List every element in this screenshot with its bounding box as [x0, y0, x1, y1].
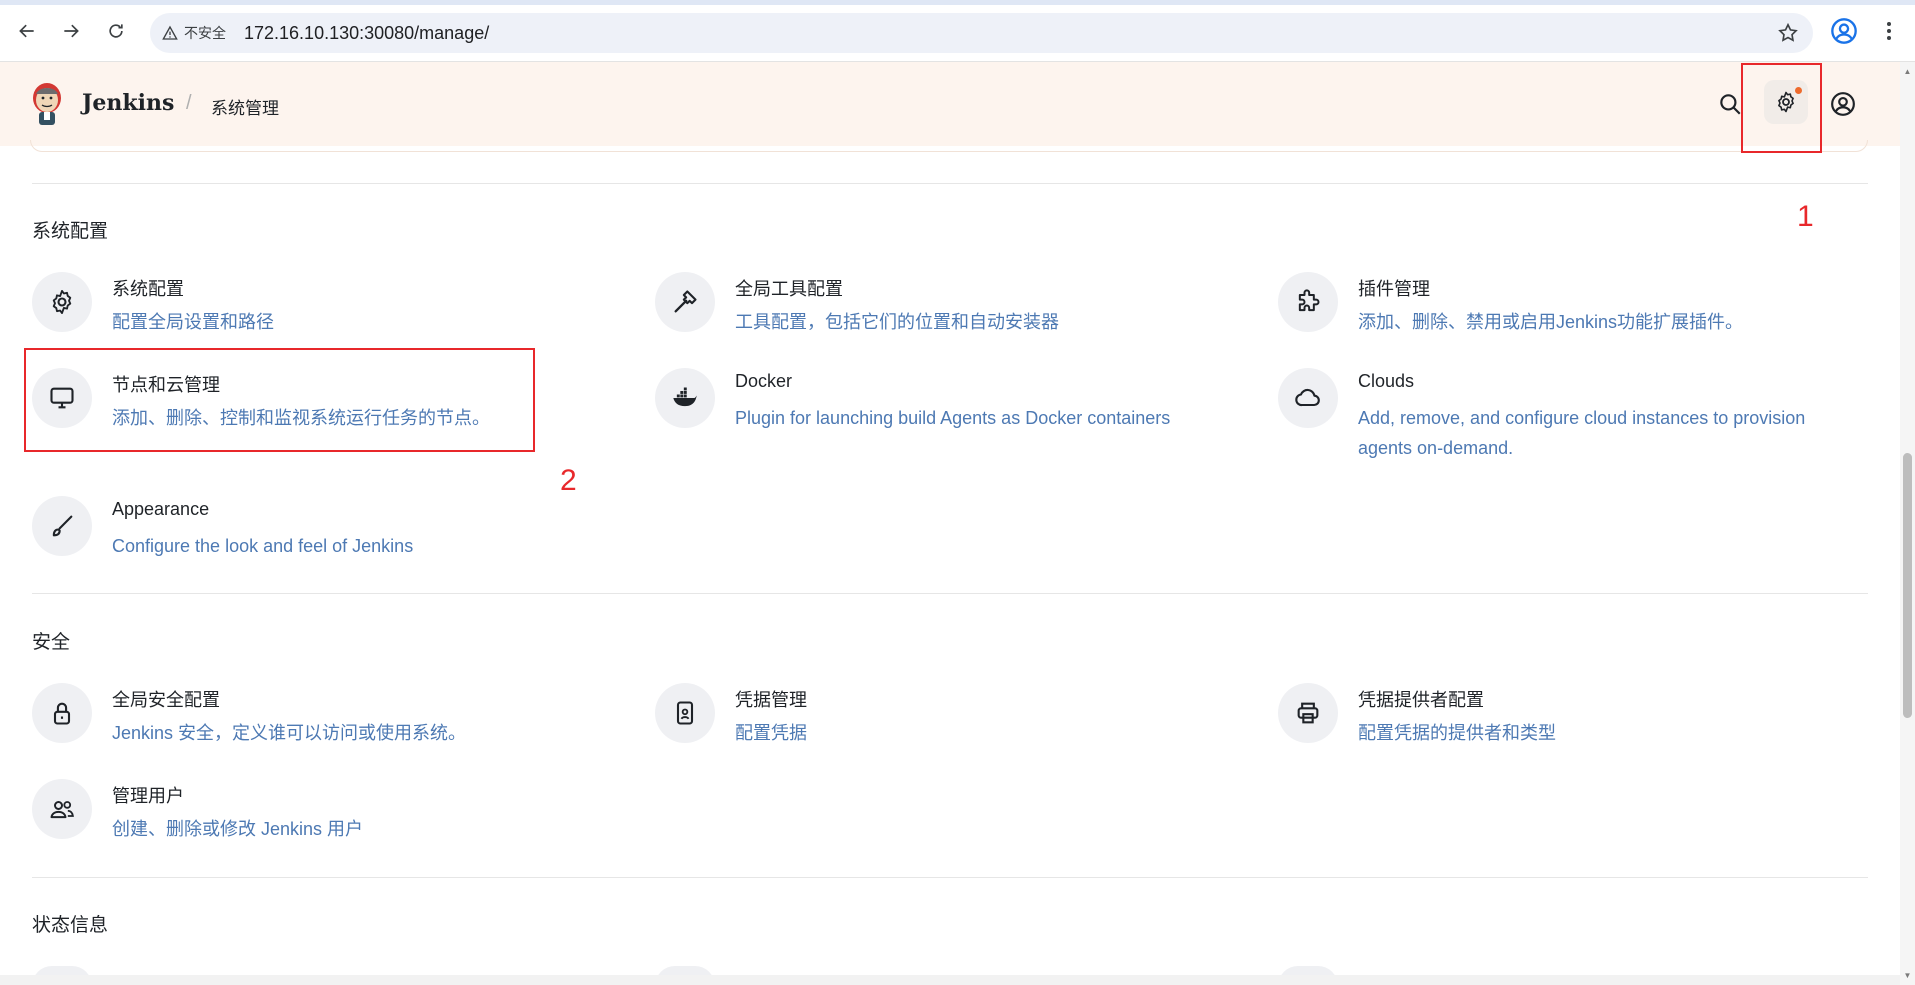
item-description: 配置全局设置和路径	[112, 312, 274, 332]
jenkins-header	[0, 62, 1900, 146]
forward-button[interactable]	[56, 16, 86, 46]
scroll-down-arrow[interactable]: ▼	[1903, 972, 1912, 980]
browser-profile-icon[interactable]	[1830, 17, 1858, 45]
annotation-box-1	[1741, 63, 1822, 153]
item-description: Add, remove, and configure cloud instanc…	[1358, 408, 1806, 458]
browser-tab-strip	[0, 0, 1915, 5]
reload-icon	[109, 24, 123, 38]
item-description: 添加、删除、控制和监视系统运行任务的节点。	[112, 408, 490, 428]
item-description: 配置凭据的提供者和类型	[1358, 723, 1556, 743]
brush-icon	[52, 515, 73, 537]
user-account-icon[interactable]	[1830, 91, 1856, 117]
warning-icon	[162, 25, 178, 40]
item-icon-wrap	[32, 779, 92, 839]
section-divider	[32, 183, 1868, 184]
monitor-icon	[50, 387, 74, 409]
app-title[interactable]: Jenkins	[82, 90, 174, 116]
puzzle-icon	[1298, 289, 1320, 312]
manage-item-clouds[interactable]: Clouds Add, remove, and configure cloud …	[1278, 368, 1878, 468]
header-bottom-edge	[30, 140, 1868, 152]
manage-item-credentials[interactable]: 凭据管理 配置凭据	[655, 683, 1255, 753]
item-icon-wrap	[1278, 683, 1338, 743]
item-description: 创建、删除或修改 Jenkins 用户	[112, 819, 364, 839]
address-bar[interactable]: 不安全 172.16.10.130:30080/manage/	[150, 13, 1813, 53]
item-icon-wrap	[32, 683, 92, 743]
annotation-label-1: 1	[1797, 200, 1814, 233]
section-divider	[32, 877, 1868, 878]
back-button[interactable]	[12, 16, 42, 46]
manage-item-system-config[interactable]: 系统配置 配置全局设置和路径	[32, 272, 632, 342]
item-description: Jenkins 安全，定义谁可以访问或使用系统。	[112, 723, 467, 743]
item-title: 凭据管理	[735, 690, 807, 710]
item-icon-wrap	[655, 272, 715, 332]
breadcrumb-separator: /	[186, 92, 192, 114]
scroll-up-arrow[interactable]: ▲	[1903, 68, 1912, 76]
manage-item-nodes-clouds[interactable]: 节点和云管理 添加、删除、控制和监视系统运行任务的节点。	[32, 368, 632, 438]
item-title: Appearance	[112, 499, 210, 519]
item-title: 节点和云管理	[112, 375, 220, 395]
item-description: 添加、删除、禁用或启用Jenkins功能扩展插件。	[1358, 312, 1744, 332]
item-description: Plugin for launching build Agents as Doc…	[735, 408, 1171, 428]
item-title: 全局安全配置	[112, 690, 220, 710]
search-icon[interactable]	[1717, 91, 1743, 117]
arrow-right-icon	[64, 24, 79, 38]
section-divider	[32, 593, 1868, 594]
hammer-icon	[674, 290, 697, 313]
item-icon-wrap	[32, 368, 92, 428]
bookmark-star-icon[interactable]	[1777, 22, 1799, 44]
manage-item-global-tools[interactable]: 全局工具配置 工具配置，包括它们的位置和自动安装器	[655, 272, 1255, 342]
lock-icon	[53, 702, 71, 725]
manage-item-credential-providers[interactable]: 凭据提供者配置 配置凭据的提供者和类型	[1278, 683, 1878, 753]
breadcrumb-current[interactable]: 系统管理	[211, 94, 279, 119]
item-title: 管理用户	[112, 786, 184, 806]
printer-icon	[1297, 702, 1319, 724]
cloud-icon	[1295, 388, 1320, 407]
section-title-system-config: 系统配置	[32, 221, 109, 242]
browser-menu-icon[interactable]	[1877, 17, 1901, 45]
manage-item-global-security[interactable]: 全局安全配置 Jenkins 安全，定义谁可以访问或使用系统。	[32, 683, 632, 753]
item-icon-wrap	[32, 496, 92, 556]
section-title-security: 安全	[32, 632, 71, 653]
item-title: 系统配置	[112, 279, 184, 299]
insecure-indicator[interactable]: 不安全	[162, 23, 236, 43]
item-title: 全局工具配置	[735, 279, 843, 299]
reload-button[interactable]	[101, 16, 131, 46]
users-icon	[50, 801, 74, 819]
item-title: 插件管理	[1358, 279, 1430, 299]
insecure-label: 不安全	[184, 25, 226, 41]
item-icon-wrap	[1278, 368, 1338, 428]
url-text[interactable]: 172.16.10.130:30080/manage/	[244, 23, 489, 44]
browser-toolbar: 不安全 172.16.10.130:30080/manage/	[0, 0, 1915, 62]
docker-icon	[673, 387, 697, 407]
gear-icon	[52, 289, 72, 315]
section-title-status: 状态信息	[32, 915, 109, 936]
item-description: 工具配置，包括它们的位置和自动安装器	[735, 312, 1059, 332]
item-icon-wrap	[655, 368, 715, 428]
item-description: Configure the look and feel of Jenkins	[112, 536, 414, 556]
item-description: 配置凭据	[735, 723, 807, 743]
item-icon-wrap	[655, 683, 715, 743]
manage-item-users[interactable]: 管理用户 创建、删除或修改 Jenkins 用户	[32, 779, 632, 849]
jenkins-logo-icon[interactable]	[30, 80, 64, 126]
arrow-left-icon	[19, 24, 34, 38]
item-title: Docker	[735, 371, 793, 391]
item-title: Clouds	[1358, 371, 1415, 391]
manage-item-plugins[interactable]: 插件管理 添加、删除、禁用或启用Jenkins功能扩展插件。	[1278, 272, 1878, 342]
item-icon-wrap	[32, 272, 92, 332]
scrollbar-thumb[interactable]	[1903, 453, 1912, 718]
id-card-icon	[676, 701, 694, 725]
item-title: 凭据提供者配置	[1358, 690, 1484, 710]
manage-item-docker[interactable]: Docker Plugin for launching build Agents…	[655, 368, 1255, 438]
bottom-strip	[0, 975, 1900, 985]
annotation-label-2: 2	[560, 464, 577, 497]
manage-item-appearance[interactable]: Appearance Configure the look and feel o…	[32, 496, 632, 566]
item-icon-wrap	[1278, 272, 1338, 332]
